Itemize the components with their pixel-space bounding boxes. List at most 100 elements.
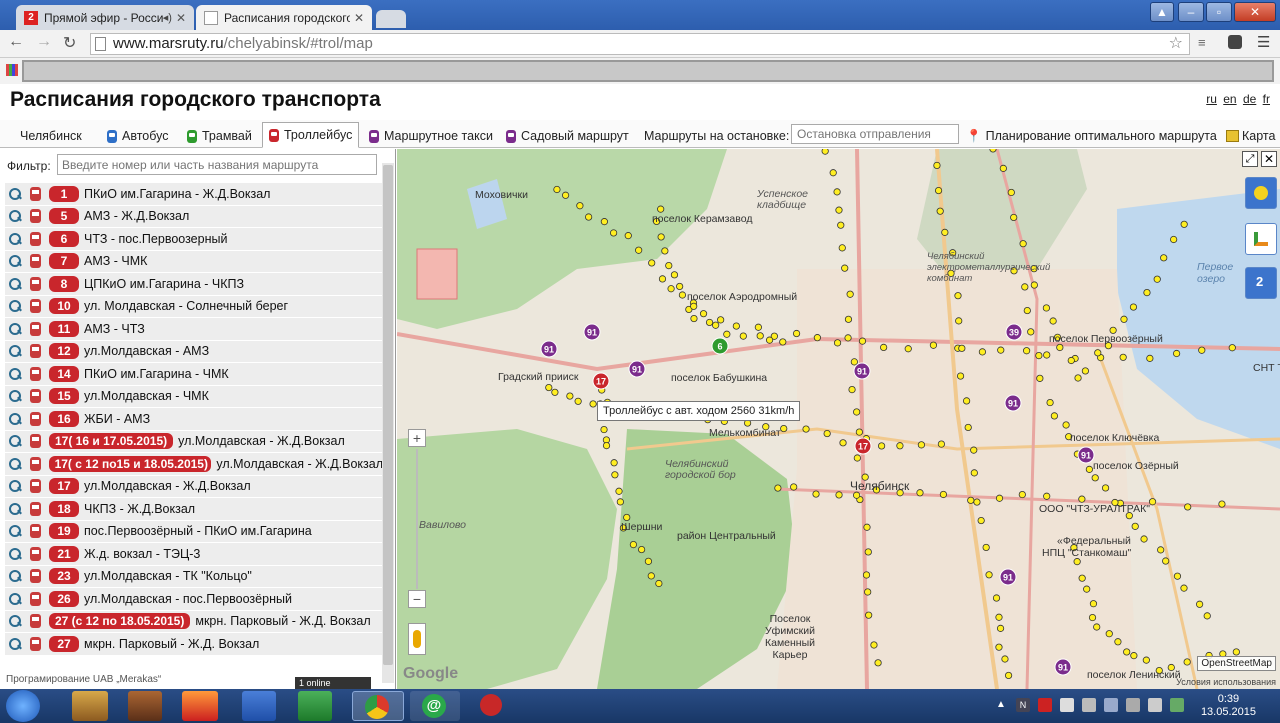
stop-dot[interactable]	[995, 613, 1003, 621]
stop-dot[interactable]	[779, 338, 787, 346]
stop-dot[interactable]	[1018, 490, 1026, 499]
zoom-route-icon[interactable]	[8, 254, 22, 268]
forward-icon[interactable]: →	[36, 33, 52, 51]
stop-dot[interactable]	[1078, 495, 1086, 503]
zoom-route-icon[interactable]	[8, 637, 22, 651]
zoom-route-icon[interactable]	[8, 547, 22, 561]
route-marker[interactable]: 91	[1004, 394, 1022, 412]
stop-dot[interactable]	[774, 484, 782, 492]
route-row[interactable]: 21 Ж.д. вокзал - ТЭЦ-3	[5, 543, 383, 566]
apps-icon[interactable]	[6, 64, 18, 76]
route-number[interactable]: 8	[49, 275, 79, 292]
volume-icon[interactable]	[1082, 698, 1096, 712]
stop-dot[interactable]	[1228, 344, 1236, 352]
taskbar-clock[interactable]: 0:39 13.05.2015	[1201, 693, 1256, 719]
nav-garden[interactable]: Садовый маршрут	[506, 125, 629, 147]
zoom-route-icon[interactable]	[8, 569, 22, 583]
stop-dot[interactable]	[870, 641, 878, 649]
chrome-taskbar-button[interactable]	[352, 691, 404, 721]
stop-dot[interactable]	[723, 330, 731, 338]
route-row[interactable]: 5 АМЗ - Ж.Д.Вокзал	[5, 205, 383, 228]
stop-dot[interactable]	[1160, 254, 1168, 262]
stop-dot[interactable]	[1232, 648, 1240, 656]
osm-credit[interactable]: OpenStreetMap	[1197, 656, 1276, 671]
zoom-route-icon[interactable]	[8, 614, 22, 628]
route-marker[interactable]: 91	[1077, 446, 1095, 464]
stop-dot[interactable]	[999, 164, 1007, 172]
stop-dot[interactable]	[754, 323, 762, 331]
stop-dot[interactable]	[1184, 503, 1192, 511]
nav-bus[interactable]: Автобус	[107, 125, 168, 147]
stop-dot[interactable]	[756, 332, 764, 340]
stop-dot[interactable]	[765, 336, 774, 344]
stop-dot[interactable]	[667, 285, 675, 293]
route-marker[interactable]: 91	[540, 340, 558, 358]
stop-dot[interactable]	[1004, 671, 1013, 680]
stop-dot[interactable]	[865, 611, 873, 619]
url-input[interactable]: www.marsruty.ru/chelyabinsk/#trol/map ☆	[90, 33, 1190, 55]
stop-dot[interactable]	[833, 339, 842, 347]
route-name[interactable]: ул.Молдавская - ТК "Кольцо"	[84, 569, 252, 583]
new-tab-button[interactable]	[376, 10, 406, 28]
stop-dot[interactable]	[623, 513, 631, 522]
lang-ru[interactable]: ru	[1206, 92, 1217, 106]
stop-dot[interactable]	[839, 439, 847, 447]
terms-link[interactable]: Условия использования	[1176, 677, 1276, 687]
stop-dot[interactable]	[997, 346, 1005, 354]
route-row[interactable]: 17 ул.Молдавская - Ж.Д.Вокзал	[5, 475, 383, 498]
stop-dot[interactable]	[880, 343, 888, 352]
tray-antivirus-icon[interactable]	[1038, 698, 1052, 712]
stop-dot[interactable]	[1123, 648, 1131, 656]
close-window-button[interactable]: ✕	[1234, 2, 1276, 22]
stop-dot[interactable]	[1023, 347, 1031, 355]
stop-dot[interactable]	[977, 516, 985, 525]
stop-dot[interactable]	[1183, 658, 1191, 666]
stop-dot[interactable]	[732, 322, 740, 330]
stop-dot[interactable]	[1140, 535, 1148, 543]
route-marker[interactable]: 17	[854, 437, 872, 455]
route-name[interactable]: АМЗ - Ж.Д.Вокзал	[84, 209, 189, 223]
lang-en[interactable]: en	[1223, 92, 1236, 106]
stop-dot[interactable]	[1074, 374, 1082, 382]
stop-dot[interactable]	[1023, 306, 1031, 315]
stop-dot[interactable]	[610, 229, 618, 237]
stop-dot[interactable]	[790, 483, 798, 491]
route-row[interactable]: 10 ул. Молдавская - Солнечный берег	[5, 295, 383, 318]
zoom-route-icon[interactable]	[8, 412, 22, 426]
route-number[interactable]: 7	[49, 253, 79, 270]
stop-dot[interactable]	[1046, 398, 1054, 407]
route-number[interactable]: 27	[49, 635, 79, 652]
stop-dot[interactable]	[978, 348, 987, 356]
nav-map[interactable]: Карта	[1226, 125, 1275, 147]
stop-dot[interactable]	[1078, 574, 1086, 582]
route-row[interactable]: 19 пос.Первоозёрный - ПКиО им.Гагарина	[5, 520, 383, 543]
menu-icon[interactable]: ☰	[1257, 33, 1270, 51]
route-number[interactable]: 23	[49, 568, 79, 585]
star-icon[interactable]: ☆	[1169, 34, 1183, 54]
stop-dot[interactable]	[1067, 356, 1075, 365]
stop-dot[interactable]	[1162, 557, 1170, 565]
route-row[interactable]: 1 ПКиО им.Гагарина - Ж.Д.Вокзал	[5, 183, 383, 206]
extension-icon[interactable]: ≡	[1198, 35, 1206, 50]
route-number[interactable]: 10	[49, 298, 79, 315]
filter-input[interactable]	[57, 154, 377, 175]
route-name[interactable]: ПКиО им.Гагарина - Ж.Д.Вокзал	[84, 187, 270, 201]
stop-dot[interactable]	[1129, 303, 1138, 311]
tab-schedules[interactable]: Расписания городского т ✕	[196, 5, 372, 30]
stop-dot[interactable]	[964, 423, 972, 432]
stop-dot[interactable]	[1170, 235, 1178, 244]
stop-dot[interactable]	[864, 588, 872, 596]
nav-taxi[interactable]: Маршрутное такси	[369, 125, 493, 147]
route-marker[interactable]: 91	[1054, 658, 1072, 676]
stop-dot[interactable]	[1081, 367, 1089, 375]
tray-expand-icon[interactable]: ▲	[996, 699, 1006, 710]
user-icon[interactable]: ▲	[1150, 2, 1174, 22]
stop-dot[interactable]	[551, 388, 559, 396]
scrollbar[interactable]	[382, 163, 394, 683]
stop-dot[interactable]	[963, 397, 971, 405]
route-row[interactable]: 8 ЦПКиО им.Гагарина - ЧКПЗ	[5, 273, 383, 296]
stop-dot[interactable]	[1131, 522, 1139, 530]
stop-dot[interactable]	[1120, 315, 1128, 323]
display-icon[interactable]	[1126, 698, 1140, 712]
stop-dot[interactable]	[835, 491, 843, 499]
